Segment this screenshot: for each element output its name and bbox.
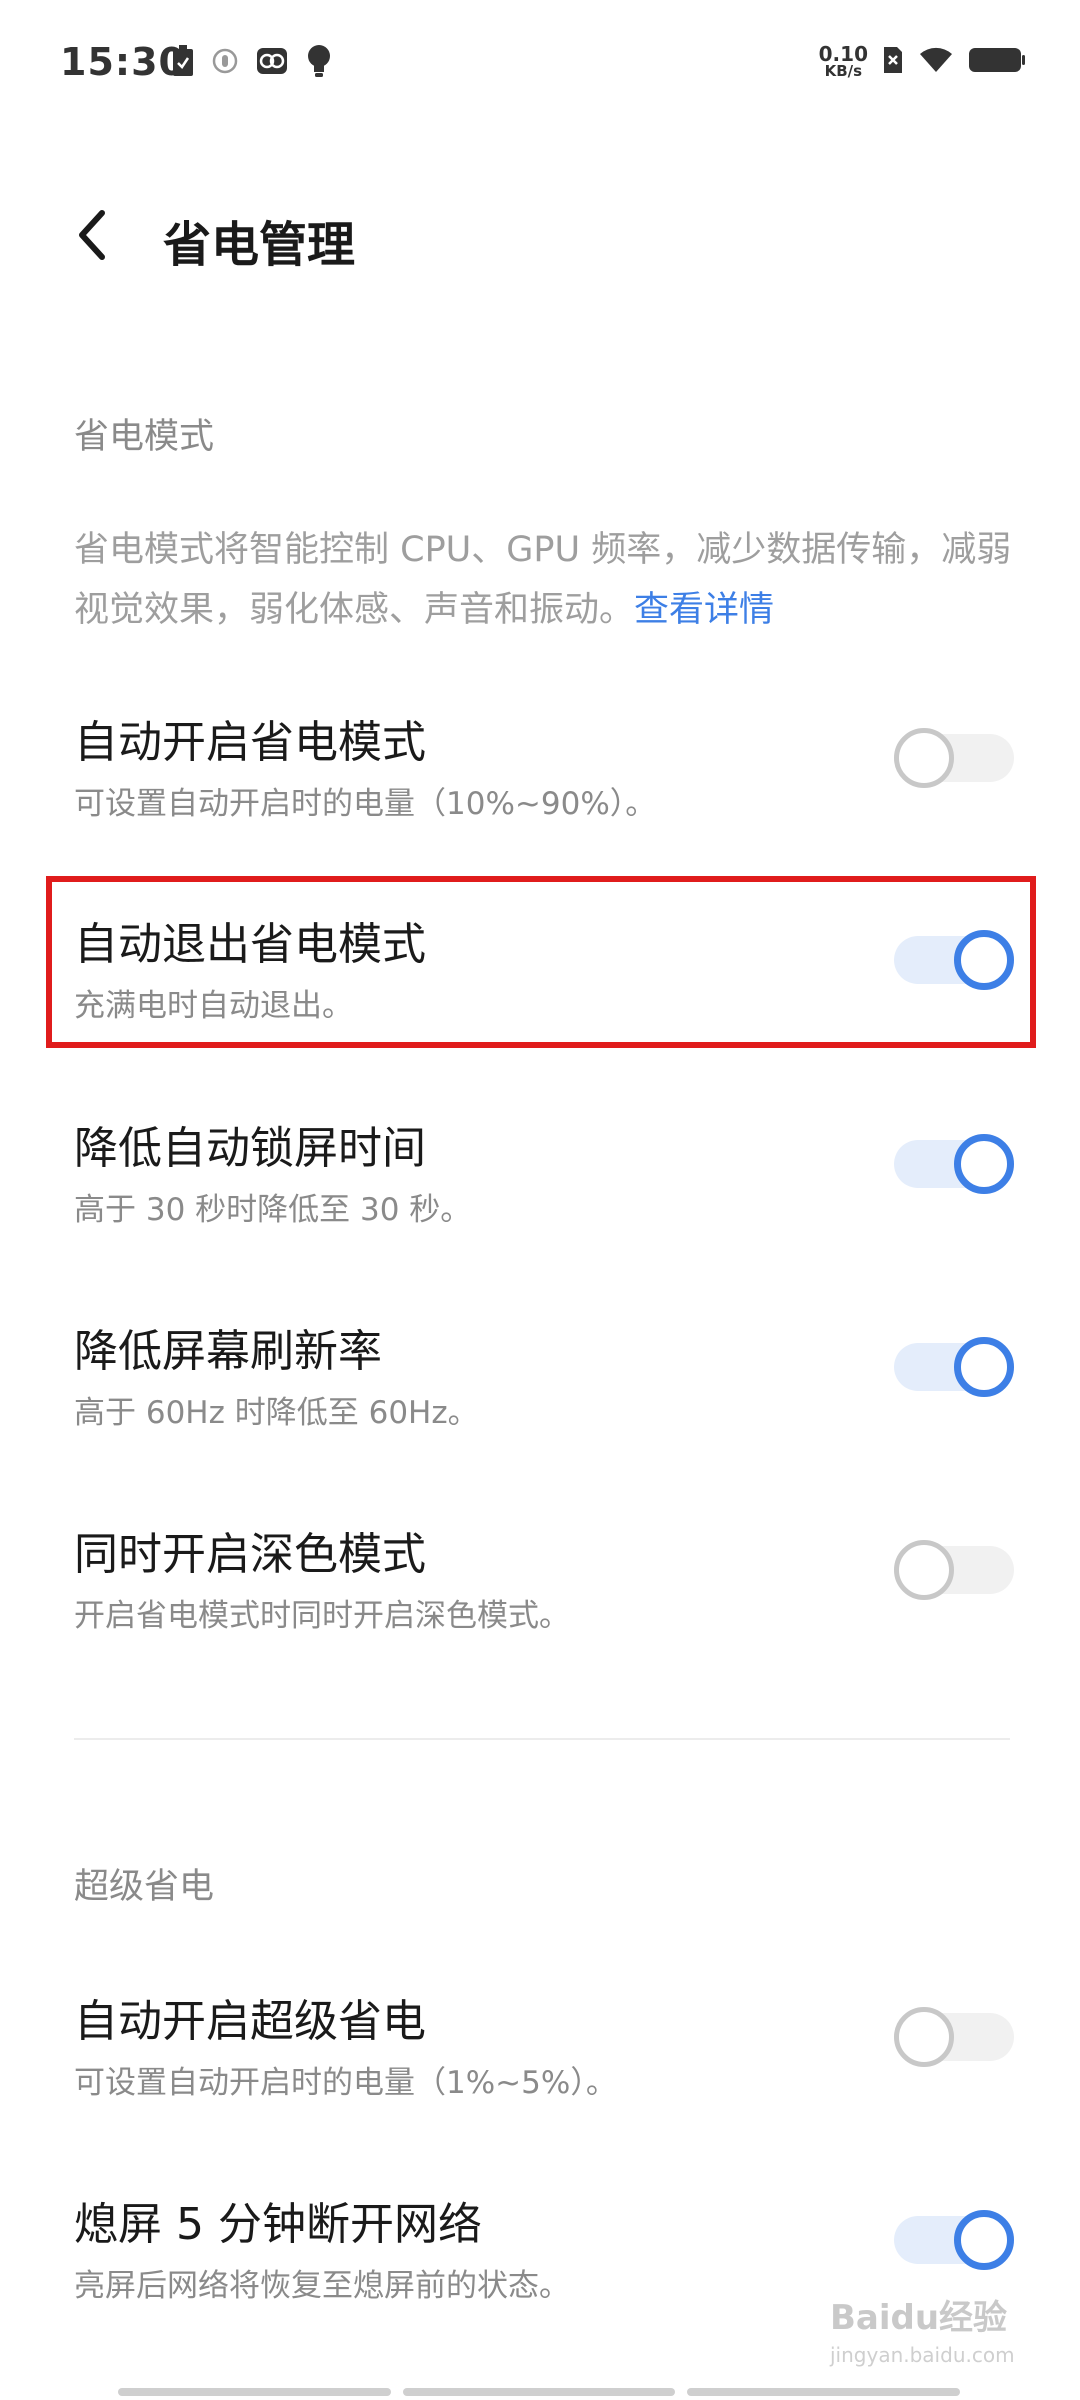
setting-title: 自动开启超级省电	[74, 1996, 426, 2047]
toggle-reduce-refresh-rate[interactable]	[894, 1337, 1014, 1397]
baidu-watermark: Baidu经验 jingyan.baidu.com	[830, 2290, 1015, 2367]
no-sim-icon	[882, 45, 904, 79]
chevron-left-icon	[79, 210, 105, 260]
setting-subtitle: 高于 60Hz 时降低至 60Hz。	[74, 1395, 479, 1431]
setting-subtitle: 亮屏后网络将恢复至熄屏前的状态。	[74, 2268, 570, 2304]
net-speed-value: 0.10	[818, 42, 868, 66]
view-details-link[interactable]: 查看详情	[634, 590, 774, 630]
status-bar: 15:30 0.10 KB/s	[0, 0, 1080, 135]
wifi-icon	[918, 46, 954, 78]
battery-saver-icon	[172, 45, 194, 81]
setting-title: 自动开启省电模式	[74, 717, 426, 768]
setting-row-reduce-lock-time: 降低自动锁屏时间 高于 30 秒时降低至 30 秒。	[74, 1112, 1014, 1262]
watermark-brand: Baidu经验	[830, 2298, 1008, 2338]
setting-subtitle: 高于 30 秒时降低至 30 秒。	[74, 1192, 472, 1228]
section-divider	[74, 1738, 1010, 1740]
back-button[interactable]	[60, 203, 124, 267]
toggle-auto-enable-saving[interactable]	[894, 728, 1014, 788]
setting-title: 降低自动锁屏时间	[74, 1123, 426, 1174]
watermark-url: jingyan.baidu.com	[830, 2343, 1015, 2367]
net-speed-indicator: 0.10 KB/s	[819, 44, 868, 79]
description-text: 省电模式将智能控制 CPU、GPU 频率，减少数据传输，减弱视觉效果，弱化体感、…	[74, 530, 1012, 630]
setting-title: 熄屏 5 分钟断开网络	[74, 2199, 482, 2250]
toggle-dark-mode[interactable]	[894, 1540, 1014, 1600]
toggle-reduce-lock-time[interactable]	[894, 1134, 1014, 1194]
status-left-icons	[172, 44, 332, 82]
toggle-auto-super-saving[interactable]	[894, 2007, 1014, 2067]
setting-subtitle: 开启省电模式时同时开启深色模式。	[74, 1598, 570, 1634]
section-title-super-saving: 超级省电	[74, 1867, 215, 1907]
setting-title: 降低屏幕刷新率	[74, 1326, 382, 1377]
toggle-screen-off-network[interactable]	[894, 2210, 1014, 2270]
bulb-icon	[306, 44, 332, 82]
battery-icon	[968, 46, 1026, 78]
setting-row-auto-super-saving: 自动开启超级省电 可设置自动开启时的电量（1%~5%）。	[74, 1985, 1014, 2135]
setting-row-auto-enable-saving: 自动开启省电模式 可设置自动开启时的电量（10%~90%）。	[74, 706, 1014, 856]
status-time: 15:30	[60, 40, 186, 84]
bottom-scroll-bars	[118, 2388, 961, 2396]
app-notification-icon	[256, 47, 288, 79]
status-right-icons: 0.10 KB/s	[819, 44, 1026, 79]
section-title-power-saving: 省电模式	[74, 417, 215, 457]
highlight-box	[46, 876, 1036, 1048]
setting-row-reduce-refresh-rate: 降低屏幕刷新率 高于 60Hz 时降低至 60Hz。	[74, 1315, 1014, 1465]
setting-subtitle: 可设置自动开启时的电量（10%~90%）。	[74, 786, 657, 822]
app-header: 省电管理	[0, 185, 1080, 285]
page-title: 省电管理	[163, 217, 356, 273]
vpn-icon	[212, 48, 238, 78]
setting-subtitle: 可设置自动开启时的电量（1%~5%）。	[74, 2065, 617, 2101]
setting-row-dark-mode: 同时开启深色模式 开启省电模式时同时开启深色模式。	[74, 1518, 1014, 1668]
power-saving-description: 省电模式将智能控制 CPU、GPU 频率，减少数据传输，减弱视觉效果，弱化体感、…	[74, 520, 1024, 640]
setting-title: 同时开启深色模式	[74, 1529, 426, 1580]
net-speed-unit: KB/s	[824, 62, 863, 80]
